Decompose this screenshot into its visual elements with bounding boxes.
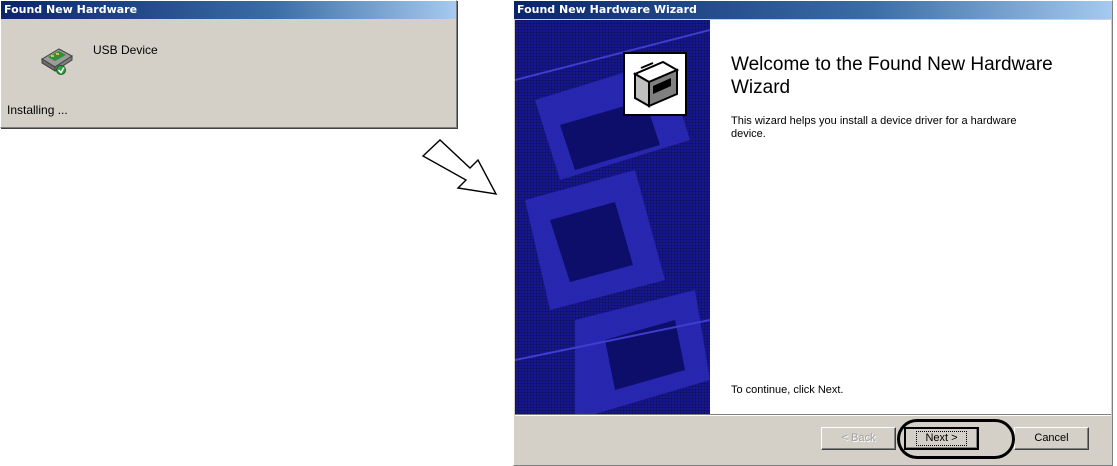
hollow-arrow-down-right-icon xyxy=(421,139,498,195)
wizard-intro-text: This wizard helps you install a device d… xyxy=(731,115,1017,140)
wizard-banner xyxy=(515,20,710,414)
wizard-title: Found New Hardware Wizard xyxy=(514,1,1112,19)
wizard-body: Welcome to the Found New Hardware Wizard… xyxy=(515,20,1111,414)
installation-status: Installing ... xyxy=(7,103,68,117)
continue-instruction: To continue, click Next. xyxy=(731,384,844,396)
usb-device-icon xyxy=(41,48,73,75)
hardware-box-icon xyxy=(623,52,687,116)
popup-title: Found New Hardware xyxy=(1,1,456,19)
device-name: USB Device xyxy=(93,43,158,57)
next-button-label: Next > xyxy=(916,431,967,446)
back-button[interactable]: < Back xyxy=(821,427,896,450)
footer-divider xyxy=(515,414,1111,416)
found-new-hardware-wizard: Found New Hardware Wizard Welcome to the… xyxy=(513,0,1113,466)
cancel-button[interactable]: Cancel xyxy=(1014,427,1089,450)
next-button[interactable]: Next > xyxy=(904,427,979,450)
wizard-heading: Welcome to the Found New Hardware Wizard xyxy=(731,54,1053,98)
found-new-hardware-popup: Found New Hardware USB Device Installing… xyxy=(0,0,457,128)
